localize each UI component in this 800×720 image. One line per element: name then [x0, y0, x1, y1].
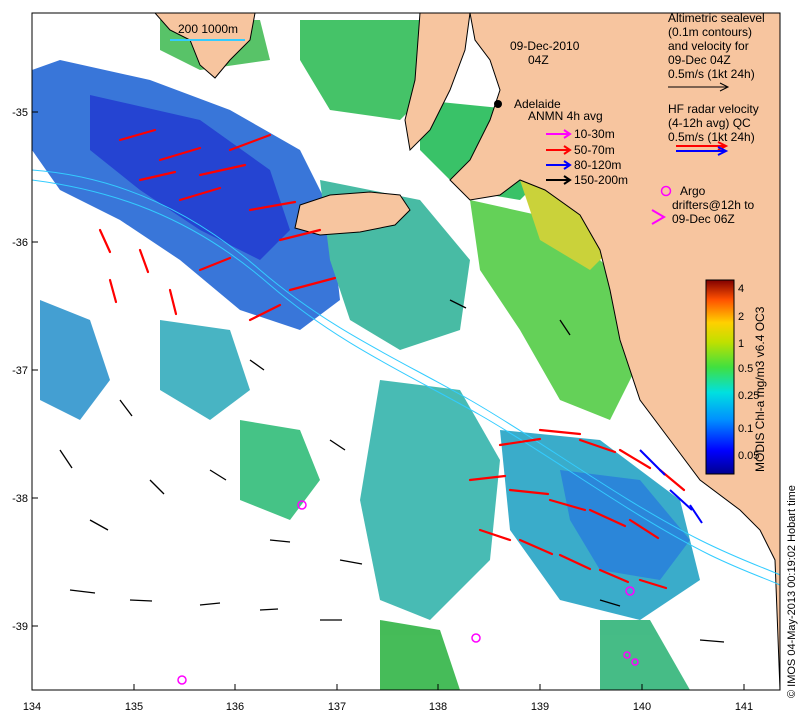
city-marker	[494, 100, 502, 108]
x-tick-label: 137	[328, 701, 346, 713]
argo-legend-line: 09-Dec 06Z	[672, 212, 735, 226]
argo-legend-line: Argo	[680, 184, 706, 198]
altimetry-legend-line: 09-Dec 04Z	[668, 53, 731, 67]
svg-text:10-30m: 10-30m	[574, 127, 615, 141]
x-tick-label: 138	[429, 701, 447, 713]
hf-legend-line: 0.5m/s (1kt 24h)	[668, 130, 755, 144]
anmn-legend-title: ANMN 4h avg	[528, 109, 603, 123]
map-time: 04Z	[528, 53, 549, 67]
x-tick-label: 139	[531, 701, 549, 713]
y-tick-label: -39	[12, 621, 28, 633]
y-tick-label: -38	[12, 493, 28, 505]
svg-text:80-120m: 80-120m	[574, 158, 621, 172]
altimetry-legend-line: (0.1m contours)	[668, 25, 752, 39]
y-tick-label: -37	[12, 365, 28, 377]
argo-legend-line: drifters@12h to	[672, 198, 755, 212]
svg-text:0.5: 0.5	[738, 363, 753, 375]
x-tick-label: 136	[226, 701, 244, 713]
credit-text: © IMOS 04-May-2013 00:19:02 Hobart time	[786, 485, 798, 698]
svg-text:1: 1	[738, 338, 744, 350]
y-tick-label: -36	[12, 237, 28, 249]
hf-legend-line: (4-12h avg) QC	[668, 116, 751, 130]
x-tick-label: 140	[633, 701, 651, 713]
scale-bar-label: 200 1000m	[178, 22, 238, 36]
x-tick-label: 135	[125, 701, 143, 713]
svg-text:4: 4	[738, 283, 744, 295]
map-date: 09-Dec-2010	[510, 39, 580, 53]
x-tick-label: 141	[735, 701, 753, 713]
ocean-map: 200 1000m 09-Dec-2010 04Z Adelaide Altim…	[12, 11, 798, 713]
colorbar-gradient	[705, 279, 735, 475]
altimetry-legend-line: 0.5m/s (1kt 24h)	[668, 67, 755, 81]
svg-text:150-200m: 150-200m	[574, 173, 628, 187]
svg-text:0.1: 0.1	[738, 423, 753, 435]
altimetry-legend-line: Altimetric sealevel	[668, 11, 765, 25]
colorbar-title: MODIS Chl-a mg/m3 v6.4 OC3	[753, 306, 767, 472]
y-tick-label: -35	[12, 107, 28, 119]
x-tick-label: 134	[23, 701, 41, 713]
svg-text:2: 2	[738, 311, 744, 323]
hf-legend-line: HF radar velocity	[668, 102, 759, 116]
svg-text:50-70m: 50-70m	[574, 143, 615, 157]
altimetry-legend-line: and velocity for	[668, 39, 749, 53]
